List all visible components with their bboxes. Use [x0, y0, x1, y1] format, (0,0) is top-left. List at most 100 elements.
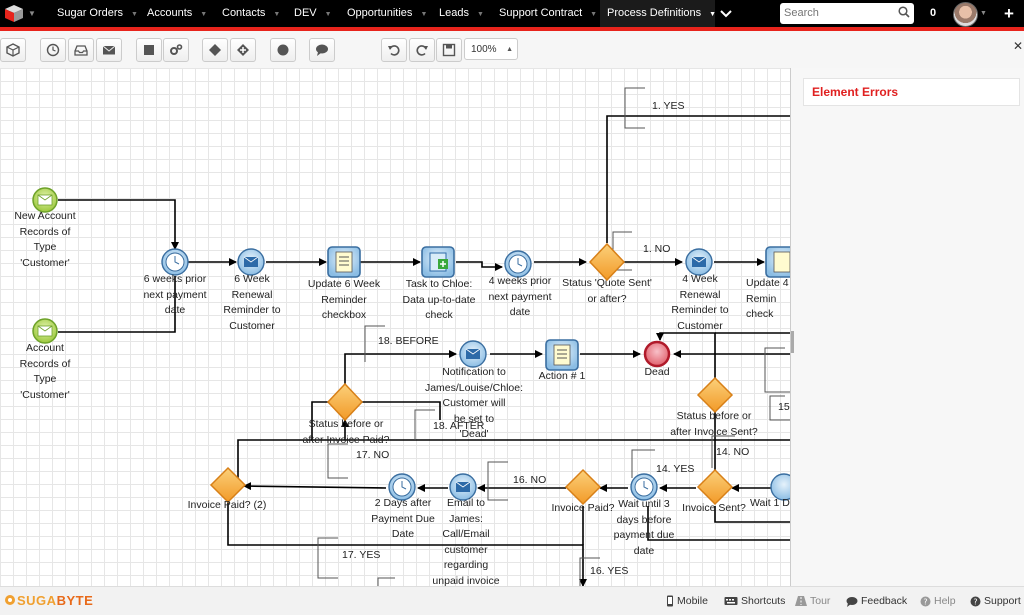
chevron-down-icon[interactable]: ▼ — [273, 11, 280, 18]
footer-tour[interactable]: Tour — [795, 587, 830, 615]
gateway-invoice-paid-2-label[interactable]: Invoice Paid? (2) — [176, 498, 278, 514]
receive-message-button[interactable] — [68, 38, 94, 62]
svg-text:?: ? — [973, 597, 977, 606]
nav-label: Support Contract — [499, 7, 583, 19]
footer-help[interactable]: ? Help — [920, 587, 956, 615]
panel-resize-handle[interactable] — [791, 331, 794, 353]
undo-icon — [388, 45, 400, 56]
flow-label-18-before[interactable]: 18. BEFORE — [378, 334, 439, 350]
label-text: 4 weeks prior next payment date — [488, 275, 552, 318]
activity-button[interactable] — [136, 38, 162, 62]
global-search — [780, 3, 914, 24]
search-icon[interactable] — [898, 6, 910, 21]
updown-chevron-icon: ▲ — [506, 46, 513, 53]
more-modules-chevron-icon[interactable] — [720, 0, 732, 27]
label-text: 14. YES — [656, 463, 695, 475]
flow-label-1-yes[interactable]: 1. YES — [652, 99, 685, 115]
help-icon: ? — [920, 596, 931, 607]
redo-button[interactable] — [409, 38, 435, 62]
nav-dev[interactable]: DEV ▼ — [294, 0, 332, 27]
save-button[interactable] — [436, 38, 462, 62]
element-errors-header[interactable]: Element Errors — [803, 78, 1020, 106]
timer-6-weeks-label[interactable]: 6 weeks prior next payment date — [130, 272, 220, 319]
cube-icon — [6, 43, 20, 57]
nav-sugar-orders[interactable]: Sugar Orders ▼ — [57, 0, 138, 27]
chevron-down-icon[interactable]: ▼ — [200, 11, 207, 18]
process-diagram-canvas[interactable]: New Account Records of Type 'Customer' A… — [0, 68, 790, 586]
flow-label-14-no[interactable]: 14. NO — [716, 445, 749, 461]
label-text: 1. NO — [643, 243, 671, 255]
comment-button[interactable] — [309, 38, 335, 62]
user-menu-chevron-icon[interactable]: ▼ — [980, 0, 987, 27]
gateway-invoice-sent-label[interactable]: Invoice Sent? — [672, 501, 756, 517]
notifications-badge[interactable]: 0 — [924, 3, 942, 24]
timer-event-button[interactable] — [40, 38, 66, 62]
nav-label: Process Definitions — [607, 7, 702, 19]
logo-menu-chevron-icon[interactable]: ▼ — [28, 0, 36, 27]
message-6-week-reminder-label[interactable]: 6 Week Renewal Reminder to Customer — [208, 272, 296, 334]
flow-label-16-yes[interactable]: 16. YES — [590, 564, 628, 580]
message-email-james-label[interactable]: Email to James: Call/Email customer rega… — [420, 496, 512, 586]
clock-icon — [46, 43, 60, 57]
nav-leads[interactable]: Leads ▼ — [439, 0, 484, 27]
flow-label-17-yes[interactable]: 17. YES — [342, 548, 380, 564]
sugar-logo-icon[interactable] — [4, 4, 24, 23]
end-event-dead-label[interactable]: Dead — [637, 365, 677, 381]
parallel-gateway-button[interactable] — [230, 38, 256, 62]
label-text: Invoice Paid? (2) — [187, 499, 267, 511]
zoom-select[interactable]: 100% ▲ — [464, 38, 518, 60]
cube-tool-button[interactable] — [0, 38, 26, 62]
chevron-down-icon[interactable]: ▼ — [709, 11, 716, 18]
chevron-down-icon[interactable]: ▼ — [131, 11, 138, 18]
chevron-down-icon[interactable]: ▼ — [477, 11, 484, 18]
footer-support[interactable]: ? Support — [970, 587, 1021, 615]
exclusive-gateway-button[interactable] — [202, 38, 228, 62]
end-event-button[interactable] — [270, 38, 296, 62]
task-chloe-check-label[interactable]: Task to Chloe: Data up-to-date check — [392, 277, 486, 324]
label-text: Status 'Quote Sent' or after? — [562, 277, 652, 305]
chevron-down-icon[interactable]: ▼ — [420, 11, 427, 18]
task-update-6-week-label[interactable]: Update 6 Week Reminder checkbox — [294, 277, 394, 324]
task-action-1-label[interactable]: Action # 1 — [532, 369, 592, 385]
chevron-down-icon[interactable]: ▼ — [590, 11, 597, 18]
footer-feedback[interactable]: Feedback — [846, 587, 907, 615]
flow-label-1-no[interactable]: 1. NO — [643, 242, 670, 258]
label-text: Account Records of Type 'Customer' — [19, 342, 71, 401]
task-update-4-label[interactable]: Update 4 Remin check — [746, 276, 789, 323]
user-avatar[interactable] — [953, 2, 978, 27]
gateway-invoice-paid-status-label[interactable]: Status before or after Invoice Paid? — [298, 417, 394, 448]
nav-support-contract[interactable]: Support Contract ▼ — [499, 0, 597, 27]
start-event-account-label[interactable]: Account Records of Type 'Customer' — [2, 341, 88, 403]
nav-label: Leads — [439, 7, 469, 19]
chevron-down-icon[interactable]: ▼ — [325, 11, 332, 18]
flow-label-14-yes[interactable]: 14. YES — [656, 462, 694, 478]
message-4-week-reminder-label[interactable]: 4 Week Renewal Reminder to Customer — [660, 272, 740, 334]
gateway-quote-sent-label[interactable]: Status 'Quote Sent' or after? — [552, 276, 662, 307]
footer-mobile[interactable]: Mobile — [666, 587, 708, 615]
nav-accounts[interactable]: Accounts ▼ — [147, 0, 207, 27]
timer-wait-1-day-label[interactable]: Wait 1 D — [750, 496, 790, 512]
keyboard-icon — [724, 597, 738, 606]
search-input[interactable] — [784, 5, 892, 21]
flow-label-18-after[interactable]: 18. AFTER — [433, 419, 484, 435]
action-button[interactable] — [163, 38, 189, 62]
sugabyte-logo[interactable]: SUGABYTE — [4, 593, 93, 608]
label-text: 1. YES — [652, 100, 685, 112]
gateway-invoice-sent-status-label[interactable]: Status before or after Invoice Sent? — [664, 409, 764, 440]
quick-create-plus-icon[interactable]: + — [1004, 0, 1014, 27]
close-icon[interactable]: ✕ — [1013, 39, 1023, 53]
send-message-button[interactable] — [96, 38, 122, 62]
start-event-new-account-label[interactable]: New Account Records of Type 'Customer' — [2, 209, 88, 271]
label-text: Email to James: Call/Email customer rega… — [432, 497, 500, 586]
flow-label-16-no[interactable]: 16. NO — [513, 473, 546, 489]
undo-button[interactable] — [381, 38, 407, 62]
nav-opportunities[interactable]: Opportunities ▼ — [347, 0, 427, 27]
timer-4-weeks-label[interactable]: 4 weeks prior next payment date — [478, 274, 562, 321]
nav-process-definitions[interactable]: Process Definitions ▼ — [600, 0, 716, 27]
label-text: Invoice Sent? — [682, 502, 746, 514]
label-text: 17. YES — [342, 549, 381, 561]
flow-label-17-no[interactable]: 17. NO — [356, 448, 389, 464]
nav-contacts[interactable]: Contacts ▼ — [222, 0, 280, 27]
flow-label-15[interactable]: 15 — [778, 400, 790, 416]
footer-shortcuts[interactable]: Shortcuts — [724, 587, 785, 615]
